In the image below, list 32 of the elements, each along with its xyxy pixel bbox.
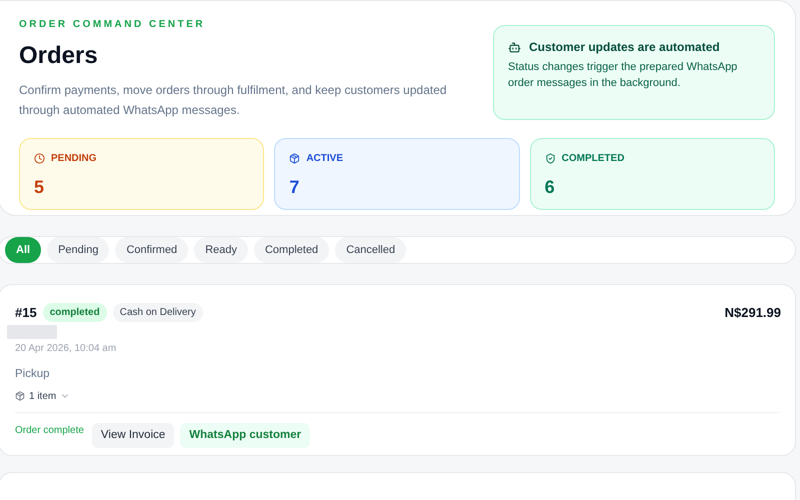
stat-label: PENDING (51, 152, 97, 166)
eyebrow-label: ORDER COMMAND CENTER (19, 18, 206, 32)
stat-value: 7 (289, 176, 300, 199)
stat-value: 5 (34, 176, 46, 199)
stat-icon (544, 153, 556, 164)
filter-tab[interactable]: Cancelled (335, 237, 406, 263)
payment-badge: Cash on Delivery (112, 303, 203, 322)
stat-icon (289, 153, 300, 164)
whatsapp-button[interactable]: WhatsApp customer (180, 422, 310, 448)
stat-label: COMPLETED (562, 152, 624, 166)
filter-tab[interactable]: Ready (194, 237, 248, 263)
box-icon (15, 391, 25, 402)
filter-tab[interactable]: Pending (47, 237, 110, 263)
order-total: N$291.99 (724, 304, 781, 322)
status-badge: completed (42, 303, 107, 322)
stat-icon (34, 153, 45, 164)
redacted-block (7, 324, 57, 338)
order-date: 20 Apr 2026, 10:04 am (15, 342, 118, 356)
robot-icon (508, 40, 521, 54)
stat-label: ACTIVE (306, 152, 343, 166)
fulfilment-type: Pickup (15, 366, 51, 382)
notice-text: Status changes trigger the prepared WhatsApp order messages in the background. (508, 60, 738, 91)
filter-tab[interactable]: Confirmed (115, 237, 188, 263)
filter-tab[interactable]: Completed (254, 237, 330, 263)
view-invoice-button[interactable]: View Invoice (92, 422, 174, 448)
page-description: Confirm payments, move orders through fulfilment, and keep customers updated through automated WhatsApp messages. (19, 82, 448, 119)
order-state-note: Order complete (15, 424, 84, 438)
order-number: #15 (15, 304, 37, 322)
page-title: Orders (19, 41, 99, 71)
stat-value: 6 (544, 176, 556, 199)
items-toggle[interactable]: 1 item (29, 388, 56, 404)
notice-title: Customer updates are automated (529, 39, 720, 56)
